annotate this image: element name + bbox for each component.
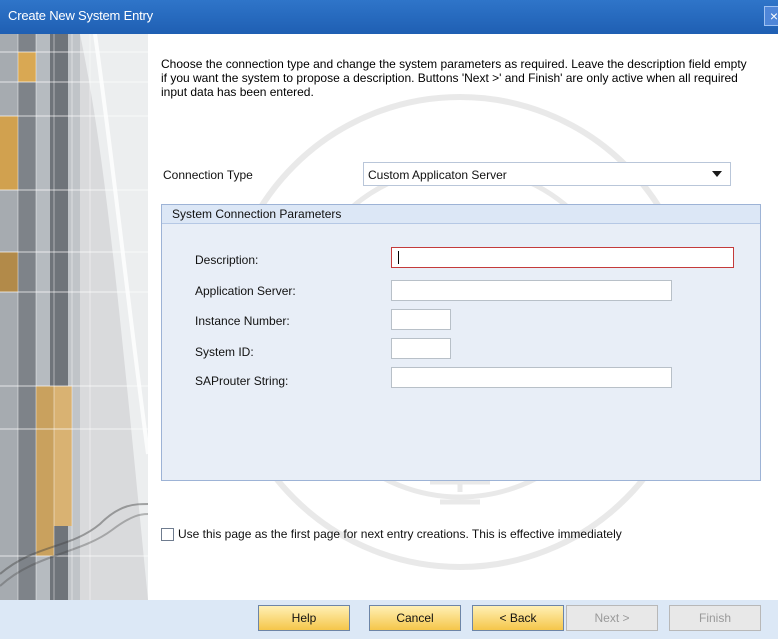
finish-button[interactable]: Finish [669,605,761,631]
group-title: System Connection Parameters [172,207,342,221]
first-page-checkbox-label[interactable]: Use this page as the first page for next… [178,527,622,541]
button-bar: Help Cancel < Back Next > Finish [0,600,778,639]
next-button[interactable]: Next > [566,605,658,631]
window-title: Create New System Entry [8,8,153,23]
intro-text: Choose the connection type and change th… [161,57,747,99]
title-bar: Create New System Entry × [0,0,778,34]
cancel-button[interactable]: Cancel [369,605,461,631]
close-icon[interactable]: × [764,6,778,26]
first-page-checkbox[interactable] [161,528,174,541]
decorative-side-image [0,34,148,600]
description-input[interactable] [391,247,734,268]
group-header: System Connection Parameters [162,205,760,224]
text-cursor [398,251,399,264]
application-server-input[interactable] [391,280,672,301]
system-id-input[interactable] [391,338,451,359]
back-button[interactable]: < Back [472,605,564,631]
instance-number-input[interactable] [391,309,451,330]
description-label: Description: [195,253,259,267]
dialog-content: Choose the connection type and change th… [148,34,778,600]
application-server-label: Application Server: [195,284,296,298]
saprouter-string-input[interactable] [391,367,672,388]
chevron-down-icon[interactable] [712,171,722,177]
saprouter-string-label: SAProuter String: [195,374,289,388]
help-button[interactable]: Help [258,605,350,631]
connection-type-label: Connection Type [163,168,253,182]
connection-type-value: Custom Applicaton Server [368,168,507,182]
system-connection-parameters-group: System Connection Parameters Description… [161,204,761,481]
system-id-label: System ID: [195,345,254,359]
connection-type-select[interactable]: Custom Applicaton Server [363,162,731,186]
instance-number-label: Instance Number: [195,314,290,328]
